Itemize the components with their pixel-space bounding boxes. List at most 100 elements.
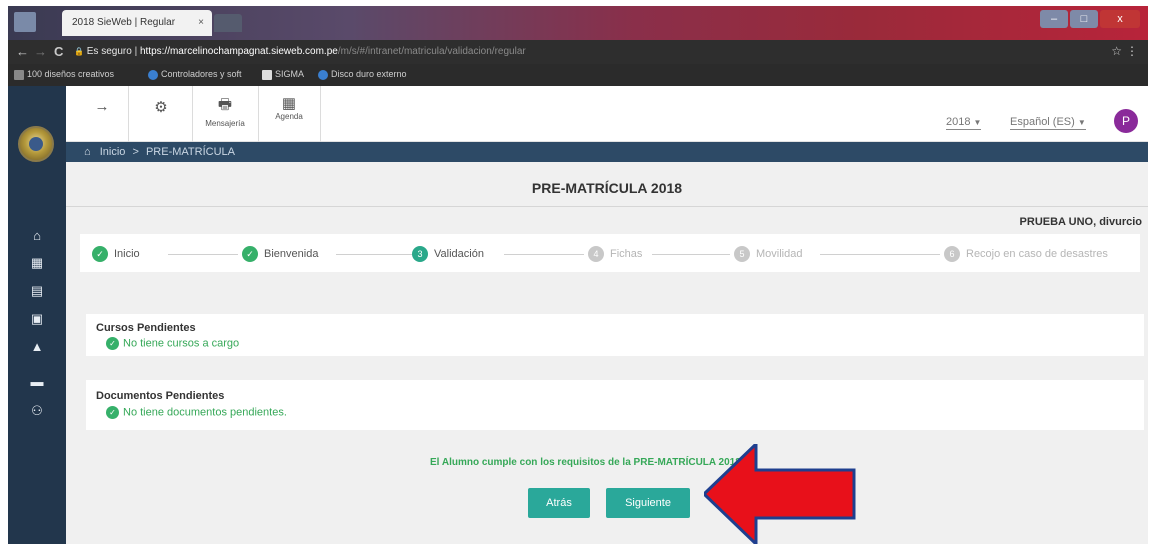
bookmark-item[interactable]: 100 diseños creativos xyxy=(14,69,114,80)
home-icon[interactable]: ⌂ xyxy=(28,228,46,246)
page-icon xyxy=(262,69,272,80)
step-number: 5 xyxy=(734,246,750,262)
step-connector xyxy=(504,254,584,255)
bookmark-item[interactable]: Controladores y soft xyxy=(148,69,242,80)
tab-title: 2018 SieWeb | Regular xyxy=(72,17,176,28)
breadcrumb: ⌂ Inicio > PRE-MATRÍCULA xyxy=(66,142,1148,162)
app-icon xyxy=(14,12,36,32)
requirement-message: El Alumno cumple con los requisitos de l… xyxy=(430,457,741,468)
bookmark-item[interactable]: SIGMA xyxy=(262,69,304,80)
step-number: 3 xyxy=(412,246,428,262)
toolbar-divider xyxy=(192,86,193,142)
user-icon[interactable]: ▲ xyxy=(28,339,46,357)
reload-icon[interactable]: C xyxy=(54,44,63,59)
language-value: Español (ES) xyxy=(1010,116,1075,128)
forward-arrow-icon[interactable]: → xyxy=(34,44,47,59)
toolbar-divider xyxy=(258,86,259,142)
step-number: 4 xyxy=(588,246,604,262)
bookmark-icon xyxy=(14,69,24,80)
close-icon[interactable]: × xyxy=(198,17,204,28)
browser-tab[interactable]: 2018 SieWeb | Regular × xyxy=(62,10,212,36)
student-name: PRUEBA UNO, divurcio xyxy=(1019,216,1142,228)
people-icon[interactable]: ⚇ xyxy=(28,403,46,421)
url-field[interactable]: 🔒 Es seguro | https://marcelinochampagna… xyxy=(74,44,1110,61)
step-movilidad: 5 Movilidad xyxy=(734,246,802,262)
book-icon[interactable]: ▬ xyxy=(28,374,46,392)
language-select[interactable]: Español (ES) ▼ xyxy=(1010,116,1086,130)
step-recojo: 6 Recojo en caso de desastres xyxy=(944,246,1108,262)
check-circle-icon: ✓ xyxy=(106,337,119,350)
back-arrow-icon[interactable]: ← xyxy=(16,44,29,59)
tools-button[interactable]: ⚙ xyxy=(136,86,186,142)
documentos-pendientes-panel: Documentos Pendientes ✓ No tiene document… xyxy=(86,380,1144,430)
drive-icon xyxy=(318,69,328,80)
mensajeria-button[interactable]: 🖶 Mensajería xyxy=(198,86,252,142)
message-icon: 🖶 xyxy=(217,96,233,113)
browser-window: 2018 SieWeb | Regular × – □ x ← → C 🔒 Es… xyxy=(8,6,1148,544)
status-text: No tiene documentos pendientes. xyxy=(123,406,287,419)
bookmark-item[interactable]: Disco duro externo xyxy=(318,69,407,80)
step-inicio[interactable]: ✓ Inicio xyxy=(92,246,140,262)
toolbar-divider xyxy=(320,86,321,142)
school-logo xyxy=(18,126,54,162)
step-label: Movilidad xyxy=(756,247,803,260)
toolbar-divider xyxy=(128,86,129,142)
red-arrow-annotation xyxy=(704,444,856,544)
card-icon[interactable]: ▣ xyxy=(28,311,46,329)
arrow-shape xyxy=(704,444,856,544)
url-separator: | xyxy=(134,46,138,57)
back-button[interactable]: Atrás xyxy=(528,488,590,518)
step-number: 6 xyxy=(944,246,960,262)
breadcrumb-current: PRE-MATRÍCULA xyxy=(145,146,235,158)
step-connector xyxy=(820,254,940,255)
address-bar: ← → C 🔒 Es seguro | https://marcelinocha… xyxy=(8,40,1148,64)
agenda-button[interactable]: ▦ Agenda xyxy=(264,86,314,142)
screenshot-frame: 2018 SieWeb | Regular × – □ x ← → C 🔒 Es… xyxy=(0,0,1156,544)
check-icon: ✓ xyxy=(242,246,258,262)
avatar[interactable]: P xyxy=(1114,109,1138,133)
maximize-button[interactable]: □ xyxy=(1070,10,1098,28)
breadcrumb-inicio[interactable]: Inicio xyxy=(100,146,126,158)
calendar-icon: ▦ xyxy=(281,95,297,112)
page-title: PRE-MATRÍCULA 2018 xyxy=(531,180,683,196)
step-label: Fichas xyxy=(610,247,643,260)
url-path: /m/s/#/intranet/matricula/validacion/reg… xyxy=(337,46,526,57)
step-connector xyxy=(168,254,238,255)
check-circle-icon: ✓ xyxy=(106,406,119,419)
breadcrumb-separator: > xyxy=(132,146,139,158)
next-button[interactable]: Siguiente xyxy=(606,488,690,518)
panel-status: ✓ No tiene documentos pendientes. xyxy=(106,406,287,419)
lock-icon: 🔒 xyxy=(74,47,84,56)
calendar-icon[interactable]: ▦ xyxy=(28,255,46,273)
url-host: https://marcelinochampagnat.sieweb.com.p… xyxy=(139,46,338,57)
minimize-button[interactable]: – xyxy=(1040,10,1068,28)
bookmarks-bar: 100 diseños creativos Controladores y so… xyxy=(8,64,1148,86)
browser-menu-icon[interactable]: ⋮ xyxy=(1126,44,1138,58)
agenda-label: Agenda xyxy=(275,112,303,121)
cursos-pendientes-panel: Cursos Pendientes ✓ No tiene cursos a car… xyxy=(86,314,1144,356)
step-connector xyxy=(336,254,416,255)
panel-title: Documentos Pendientes xyxy=(96,390,225,402)
mensajeria-label: Mensajería xyxy=(205,119,245,128)
step-connector xyxy=(652,254,730,255)
panel-title: Cursos Pendientes xyxy=(96,322,196,334)
print-icon[interactable]: ▤ xyxy=(28,283,46,301)
arrow-right-icon: → xyxy=(94,98,110,115)
step-label: Bienvenida xyxy=(264,247,319,260)
home-icon[interactable]: ⌂ xyxy=(84,146,91,158)
status-text: No tiene cursos a cargo xyxy=(123,337,240,350)
step-validacion[interactable]: 3 Validación xyxy=(412,246,484,262)
close-window-button[interactable]: x xyxy=(1100,10,1140,28)
toggle-menu-button[interactable]: → xyxy=(80,86,124,142)
wizard-stepper: ✓ Inicio ✓ Bienvenida 3 Validación 4 Fichas … xyxy=(80,234,1140,272)
step-label: Inicio xyxy=(114,247,140,260)
check-icon: ✓ xyxy=(92,246,108,262)
title-bar: 2018 SieWeb | Regular × – □ x xyxy=(8,6,1148,40)
bookmark-star-icon[interactable]: ☆ xyxy=(1111,44,1122,58)
step-label: Recojo en caso de desastres xyxy=(966,247,1108,260)
new-tab-button[interactable] xyxy=(214,14,242,32)
window-controls: – □ x xyxy=(1040,10,1140,28)
year-select[interactable]: 2018 ▼ xyxy=(946,116,982,130)
chevron-down-icon: ▼ xyxy=(1077,118,1086,127)
step-bienvenida[interactable]: ✓ Bienvenida xyxy=(242,246,318,262)
